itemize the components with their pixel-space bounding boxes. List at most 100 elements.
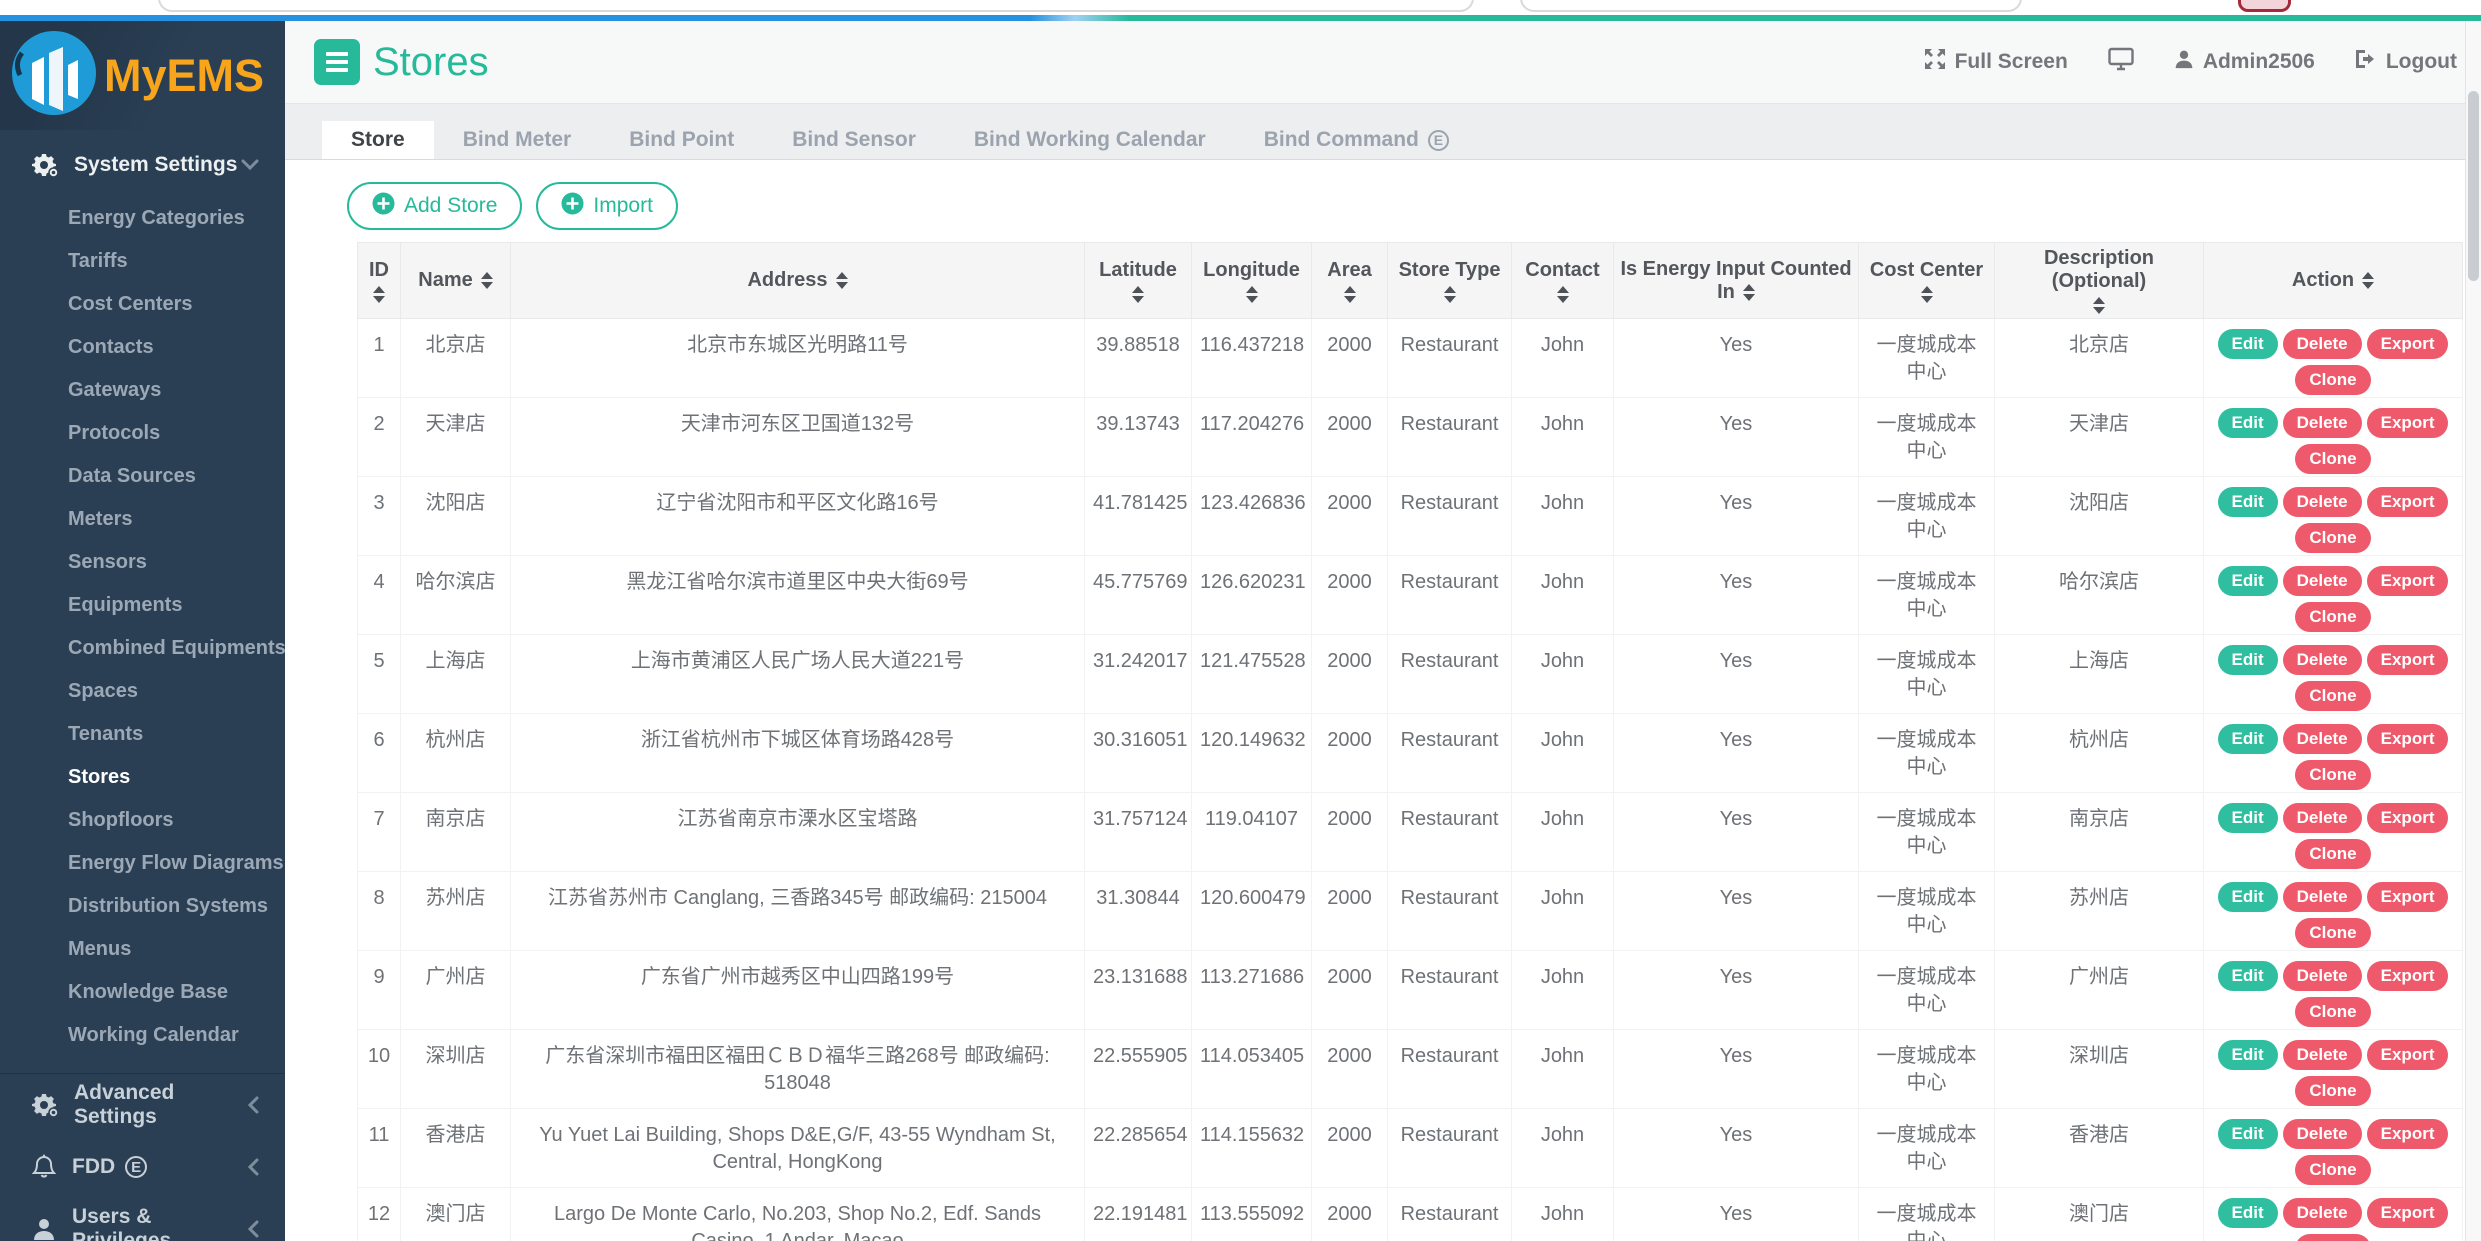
- display-toggle-button[interactable]: [2108, 47, 2134, 77]
- export-button[interactable]: Export: [2367, 487, 2449, 517]
- tab-store[interactable]: Store: [322, 121, 434, 159]
- export-button[interactable]: Export: [2367, 645, 2449, 675]
- column-header-is-energy-input-counted-in[interactable]: Is Energy Input Counted In: [1614, 243, 1859, 319]
- column-header-longitude[interactable]: Longitude: [1192, 243, 1312, 319]
- sidebar-item-menus[interactable]: Menus: [0, 928, 285, 971]
- delete-button[interactable]: Delete: [2283, 961, 2362, 991]
- tab-bind-point[interactable]: Bind Point: [600, 121, 763, 159]
- clone-button[interactable]: Clone: [2295, 1155, 2370, 1185]
- delete-button[interactable]: Delete: [2283, 329, 2362, 359]
- export-button[interactable]: Export: [2367, 566, 2449, 596]
- sidebar-section-users-privileges[interactable]: Users & Privileges: [0, 1198, 285, 1241]
- logout-button[interactable]: Logout: [2355, 49, 2457, 75]
- delete-button[interactable]: Delete: [2283, 487, 2362, 517]
- delete-button[interactable]: Delete: [2283, 1040, 2362, 1070]
- clone-button[interactable]: Clone: [2295, 365, 2370, 395]
- edit-button[interactable]: Edit: [2218, 961, 2278, 991]
- vertical-scrollbar[interactable]: [2465, 21, 2481, 1241]
- tab-bind-meter[interactable]: Bind Meter: [434, 121, 601, 159]
- column-header-contact[interactable]: Contact: [1512, 243, 1614, 319]
- sidebar-item-spaces[interactable]: Spaces: [0, 670, 285, 713]
- sidebar-item-energy-flow-diagrams[interactable]: Energy Flow Diagrams: [0, 842, 285, 885]
- sidebar-item-sensors[interactable]: Sensors: [0, 541, 285, 584]
- sidebar-item-gateways[interactable]: Gateways: [0, 369, 285, 412]
- edit-button[interactable]: Edit: [2218, 487, 2278, 517]
- clone-button[interactable]: Clone: [2295, 523, 2370, 553]
- tab-bind-command[interactable]: Bind CommandE: [1235, 121, 1478, 159]
- edit-button[interactable]: Edit: [2218, 1040, 2278, 1070]
- sidebar-item-contacts[interactable]: Contacts: [0, 326, 285, 369]
- column-header-cost-center[interactable]: Cost Center: [1859, 243, 1995, 319]
- import-button[interactable]: Import: [536, 182, 678, 230]
- delete-button[interactable]: Delete: [2283, 645, 2362, 675]
- sidebar-item-data-sources[interactable]: Data Sources: [0, 455, 285, 498]
- sidebar-item-working-calendar[interactable]: Working Calendar: [0, 1014, 285, 1057]
- sidebar-item-tariffs[interactable]: Tariffs: [0, 240, 285, 283]
- edit-button[interactable]: Edit: [2218, 1119, 2278, 1149]
- clone-button[interactable]: Clone: [2295, 918, 2370, 948]
- sidebar-item-energy-categories[interactable]: Energy Categories: [0, 197, 285, 240]
- edit-button[interactable]: Edit: [2218, 645, 2278, 675]
- clone-button[interactable]: Clone: [2295, 681, 2370, 711]
- edit-button[interactable]: Edit: [2218, 803, 2278, 833]
- hamburger-icon[interactable]: [314, 39, 360, 85]
- column-header-address[interactable]: Address: [511, 243, 1085, 319]
- edit-button[interactable]: Edit: [2218, 329, 2278, 359]
- user-menu[interactable]: Admin2506: [2174, 49, 2315, 75]
- clone-button[interactable]: Clone: [2295, 1234, 2370, 1241]
- column-header-latitude[interactable]: Latitude: [1085, 243, 1192, 319]
- clone-button[interactable]: Clone: [2295, 760, 2370, 790]
- edit-button[interactable]: Edit: [2218, 882, 2278, 912]
- delete-button[interactable]: Delete: [2283, 408, 2362, 438]
- edit-button[interactable]: Edit: [2218, 408, 2278, 438]
- sidebar-item-protocols[interactable]: Protocols: [0, 412, 285, 455]
- clone-button[interactable]: Clone: [2295, 839, 2370, 869]
- clone-button[interactable]: Clone: [2295, 997, 2370, 1027]
- export-button[interactable]: Export: [2367, 1119, 2449, 1149]
- edit-button[interactable]: Edit: [2218, 566, 2278, 596]
- sidebar-item-tenants[interactable]: Tenants: [0, 713, 285, 756]
- sidebar-item-meters[interactable]: Meters: [0, 498, 285, 541]
- column-header-name[interactable]: Name: [401, 243, 511, 319]
- edit-button[interactable]: Edit: [2218, 724, 2278, 754]
- delete-button[interactable]: Delete: [2283, 566, 2362, 596]
- tab-bind-working-calendar[interactable]: Bind Working Calendar: [945, 121, 1235, 159]
- sidebar-item-distribution-systems[interactable]: Distribution Systems: [0, 885, 285, 928]
- delete-button[interactable]: Delete: [2283, 803, 2362, 833]
- add-store-button[interactable]: Add Store: [347, 182, 522, 230]
- export-button[interactable]: Export: [2367, 724, 2449, 754]
- column-header-action[interactable]: Action: [2204, 243, 2463, 319]
- column-header-area[interactable]: Area: [1312, 243, 1388, 319]
- export-button[interactable]: Export: [2367, 329, 2449, 359]
- column-header-id[interactable]: ID: [358, 243, 401, 319]
- delete-button[interactable]: Delete: [2283, 882, 2362, 912]
- delete-button[interactable]: Delete: [2283, 724, 2362, 754]
- column-header-store-type[interactable]: Store Type: [1388, 243, 1512, 319]
- edit-button[interactable]: Edit: [2218, 1198, 2278, 1228]
- export-button[interactable]: Export: [2367, 882, 2449, 912]
- delete-button[interactable]: Delete: [2283, 1198, 2362, 1228]
- fullscreen-button[interactable]: Full Screen: [1924, 48, 2068, 76]
- sidebar-item-combined-equipments[interactable]: Combined Equipments: [0, 627, 285, 670]
- sidebar-section-fdd[interactable]: FDD E: [0, 1136, 285, 1198]
- export-button[interactable]: Export: [2367, 1040, 2449, 1070]
- export-button[interactable]: Export: [2367, 961, 2449, 991]
- sidebar-section-advanced-settings[interactable]: Advanced Settings: [0, 1074, 285, 1136]
- logo[interactable]: MyEMS: [0, 21, 285, 130]
- sidebar-item-shopfloors[interactable]: Shopfloors: [0, 799, 285, 842]
- export-button[interactable]: Export: [2367, 1198, 2449, 1228]
- sidebar-item-stores[interactable]: Stores: [0, 756, 285, 799]
- column-header-description-optional[interactable]: Description (Optional): [1995, 243, 2204, 319]
- scrollbar-thumb[interactable]: [2468, 91, 2479, 281]
- sidebar-item-cost-centers[interactable]: Cost Centers: [0, 283, 285, 326]
- sidebar-item-equipments[interactable]: Equipments: [0, 584, 285, 627]
- clone-button[interactable]: Clone: [2295, 602, 2370, 632]
- delete-button[interactable]: Delete: [2283, 1119, 2362, 1149]
- clone-button[interactable]: Clone: [2295, 444, 2370, 474]
- export-button[interactable]: Export: [2367, 408, 2449, 438]
- export-button[interactable]: Export: [2367, 803, 2449, 833]
- clone-button[interactable]: Clone: [2295, 1076, 2370, 1106]
- tab-bind-sensor[interactable]: Bind Sensor: [763, 121, 945, 159]
- sidebar-section-system-settings[interactable]: System Settings: [0, 143, 285, 187]
- sidebar-item-knowledge-base[interactable]: Knowledge Base: [0, 971, 285, 1014]
